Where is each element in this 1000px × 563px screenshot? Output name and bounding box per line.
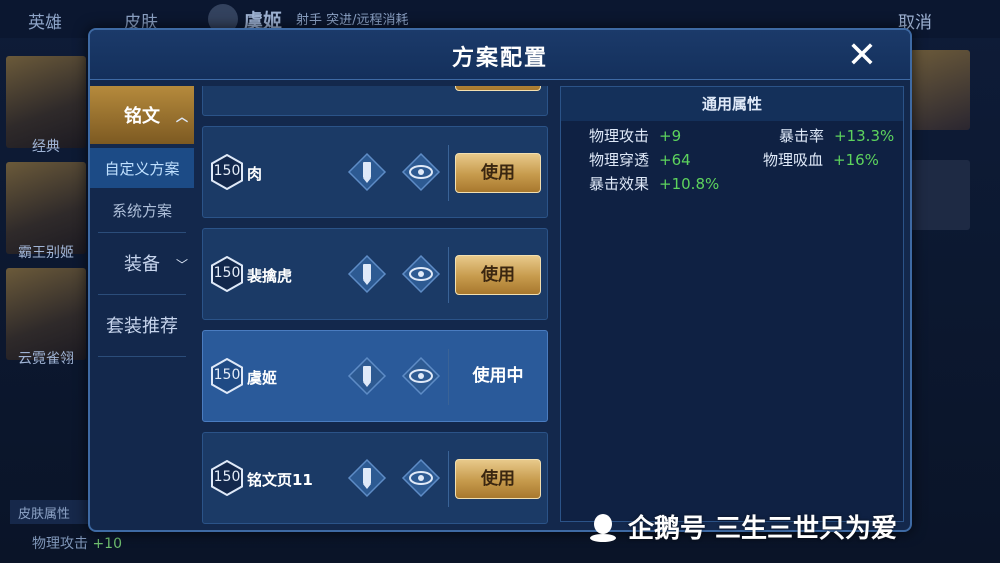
attribute-item: 暴击效果 +10.8% — [589, 173, 719, 194]
hero-role: 射手 突进/远程消耗 — [296, 13, 409, 28]
eye-icon[interactable] — [401, 458, 441, 498]
plan-name: 虞姬 — [247, 369, 278, 387]
level-badge: 150 — [209, 358, 245, 394]
skin-thumbnail[interactable] — [6, 162, 86, 254]
tab-hero[interactable]: 英雄 — [28, 8, 62, 33]
list-item[interactable] — [202, 86, 548, 116]
attribute-panel: 通用属性 物理攻击 +9 暴击率 +13.3% 物理穿透 +64 物理吸血 +16% 暴… — [560, 86, 904, 522]
close-icon[interactable]: ✕ — [842, 36, 882, 76]
skin-thumbnail[interactable] — [6, 268, 86, 360]
attribute-label: 暴击率 — [779, 127, 825, 145]
edit-pen-icon[interactable] — [347, 356, 387, 396]
divider — [98, 232, 186, 233]
plan-name: 铭文页11 — [247, 471, 313, 489]
plan-name: 肉 — [247, 165, 263, 183]
level-badge: 150 — [209, 460, 245, 496]
sidebar-item-custom-plan[interactable]: 自定义方案 — [90, 148, 194, 188]
attribute-label: 物理攻击 — [589, 127, 650, 145]
attribute-panel-title: 通用属性 — [561, 87, 903, 121]
right-skin-card — [910, 50, 970, 130]
list-item[interactable]: 150 肉 使用 — [202, 126, 548, 218]
attribute-value: +10.8% — [659, 175, 720, 193]
skin-label: 霸王别姬 — [18, 245, 74, 261]
skin-label: 云霓雀翎 — [18, 351, 74, 367]
edit-pen-icon[interactable] — [347, 458, 387, 498]
list-item[interactable]: 150 虞姬 使用中 — [202, 330, 548, 422]
edit-pen-icon[interactable] — [347, 254, 387, 294]
use-button[interactable]: 使用 — [455, 459, 541, 499]
list-item[interactable]: 150 裴擒虎 使用 — [202, 228, 548, 320]
divider — [448, 247, 449, 303]
skin-attr-value: 物理攻击 +10 — [32, 533, 122, 553]
skin-attr-number: +10 — [92, 536, 122, 552]
divider — [98, 356, 186, 357]
dialog-title: 方案配置 — [451, 46, 548, 71]
eye-icon[interactable] — [401, 152, 441, 192]
chevron-down-icon: ﹀ — [175, 258, 188, 272]
sidebar: 铭文 ︿ 自定义方案 系统方案 装备 ﹀ 套装推荐 — [90, 86, 194, 526]
edit-pen-icon[interactable] — [347, 152, 387, 192]
sidebar-item-label: 铭文 — [124, 106, 160, 127]
list-item[interactable]: 150 铭文页11 使用 — [202, 432, 548, 524]
plan-list[interactable]: 150 肉 使用 150 裴擒虎 使用 150 虞姬 使用中 150 铭文页11… — [200, 86, 550, 526]
level-number: 150 — [213, 265, 241, 281]
divider — [98, 294, 186, 295]
use-button[interactable] — [455, 86, 541, 91]
use-button[interactable]: 使用 — [455, 255, 541, 295]
sidebar-item-system-plan[interactable]: 系统方案 — [90, 190, 194, 230]
attribute-item: 物理吸血 +16% — [763, 149, 879, 170]
eye-icon[interactable] — [401, 254, 441, 294]
right-skin-card — [910, 160, 970, 230]
level-number: 150 — [213, 367, 241, 383]
level-number: 150 — [213, 469, 241, 485]
watermark: 企鹅号 三生三世只为爱 — [628, 514, 898, 544]
attribute-value: +13.3% — [834, 127, 895, 145]
skin-attr-title: 皮肤属性 — [10, 500, 90, 524]
plan-name: 裴擒虎 — [247, 267, 293, 285]
dialog-header: 方案配置 ✕ — [90, 30, 910, 80]
sidebar-item-label: 装备 — [124, 254, 160, 275]
attribute-label: 物理穿透 — [589, 151, 650, 169]
skin-attr-label: 物理攻击 — [32, 536, 88, 552]
divider — [448, 145, 449, 201]
attribute-item: 暴击率 +13.3% — [779, 125, 894, 146]
penguin-logo-icon — [586, 510, 620, 544]
eye-icon[interactable] — [401, 356, 441, 396]
attribute-item: 物理穿透 +64 — [589, 149, 691, 170]
divider — [448, 451, 449, 507]
attribute-value: +64 — [659, 151, 691, 169]
sidebar-item-label: 套装推荐 — [106, 316, 178, 337]
attribute-label: 暴击效果 — [589, 175, 650, 193]
skin-label: 经典 — [32, 139, 60, 155]
chevron-up-icon: ︿ — [175, 110, 188, 124]
level-badge: 150 — [209, 256, 245, 292]
level-number: 150 — [213, 163, 241, 179]
level-badge: 150 — [209, 154, 245, 190]
attribute-value: +16% — [833, 151, 879, 169]
use-button[interactable]: 使用 — [455, 153, 541, 193]
sidebar-item-set-recommend[interactable]: 套装推荐 — [90, 296, 194, 354]
plan-config-dialog: 方案配置 ✕ 铭文 ︿ 自定义方案 系统方案 装备 ﹀ 套装推荐 150 肉 使… — [88, 28, 912, 532]
in-use-label: 使用中 — [472, 366, 524, 386]
attribute-label: 物理吸血 — [763, 151, 824, 169]
divider — [448, 349, 449, 405]
attribute-item: 物理攻击 +9 — [589, 125, 681, 146]
sidebar-item-rune[interactable]: 铭文 ︿ — [90, 86, 194, 144]
sidebar-item-equipment[interactable]: 装备 ﹀ — [90, 234, 194, 292]
skin-thumbnail[interactable] — [6, 56, 86, 148]
attribute-value: +9 — [659, 127, 682, 145]
